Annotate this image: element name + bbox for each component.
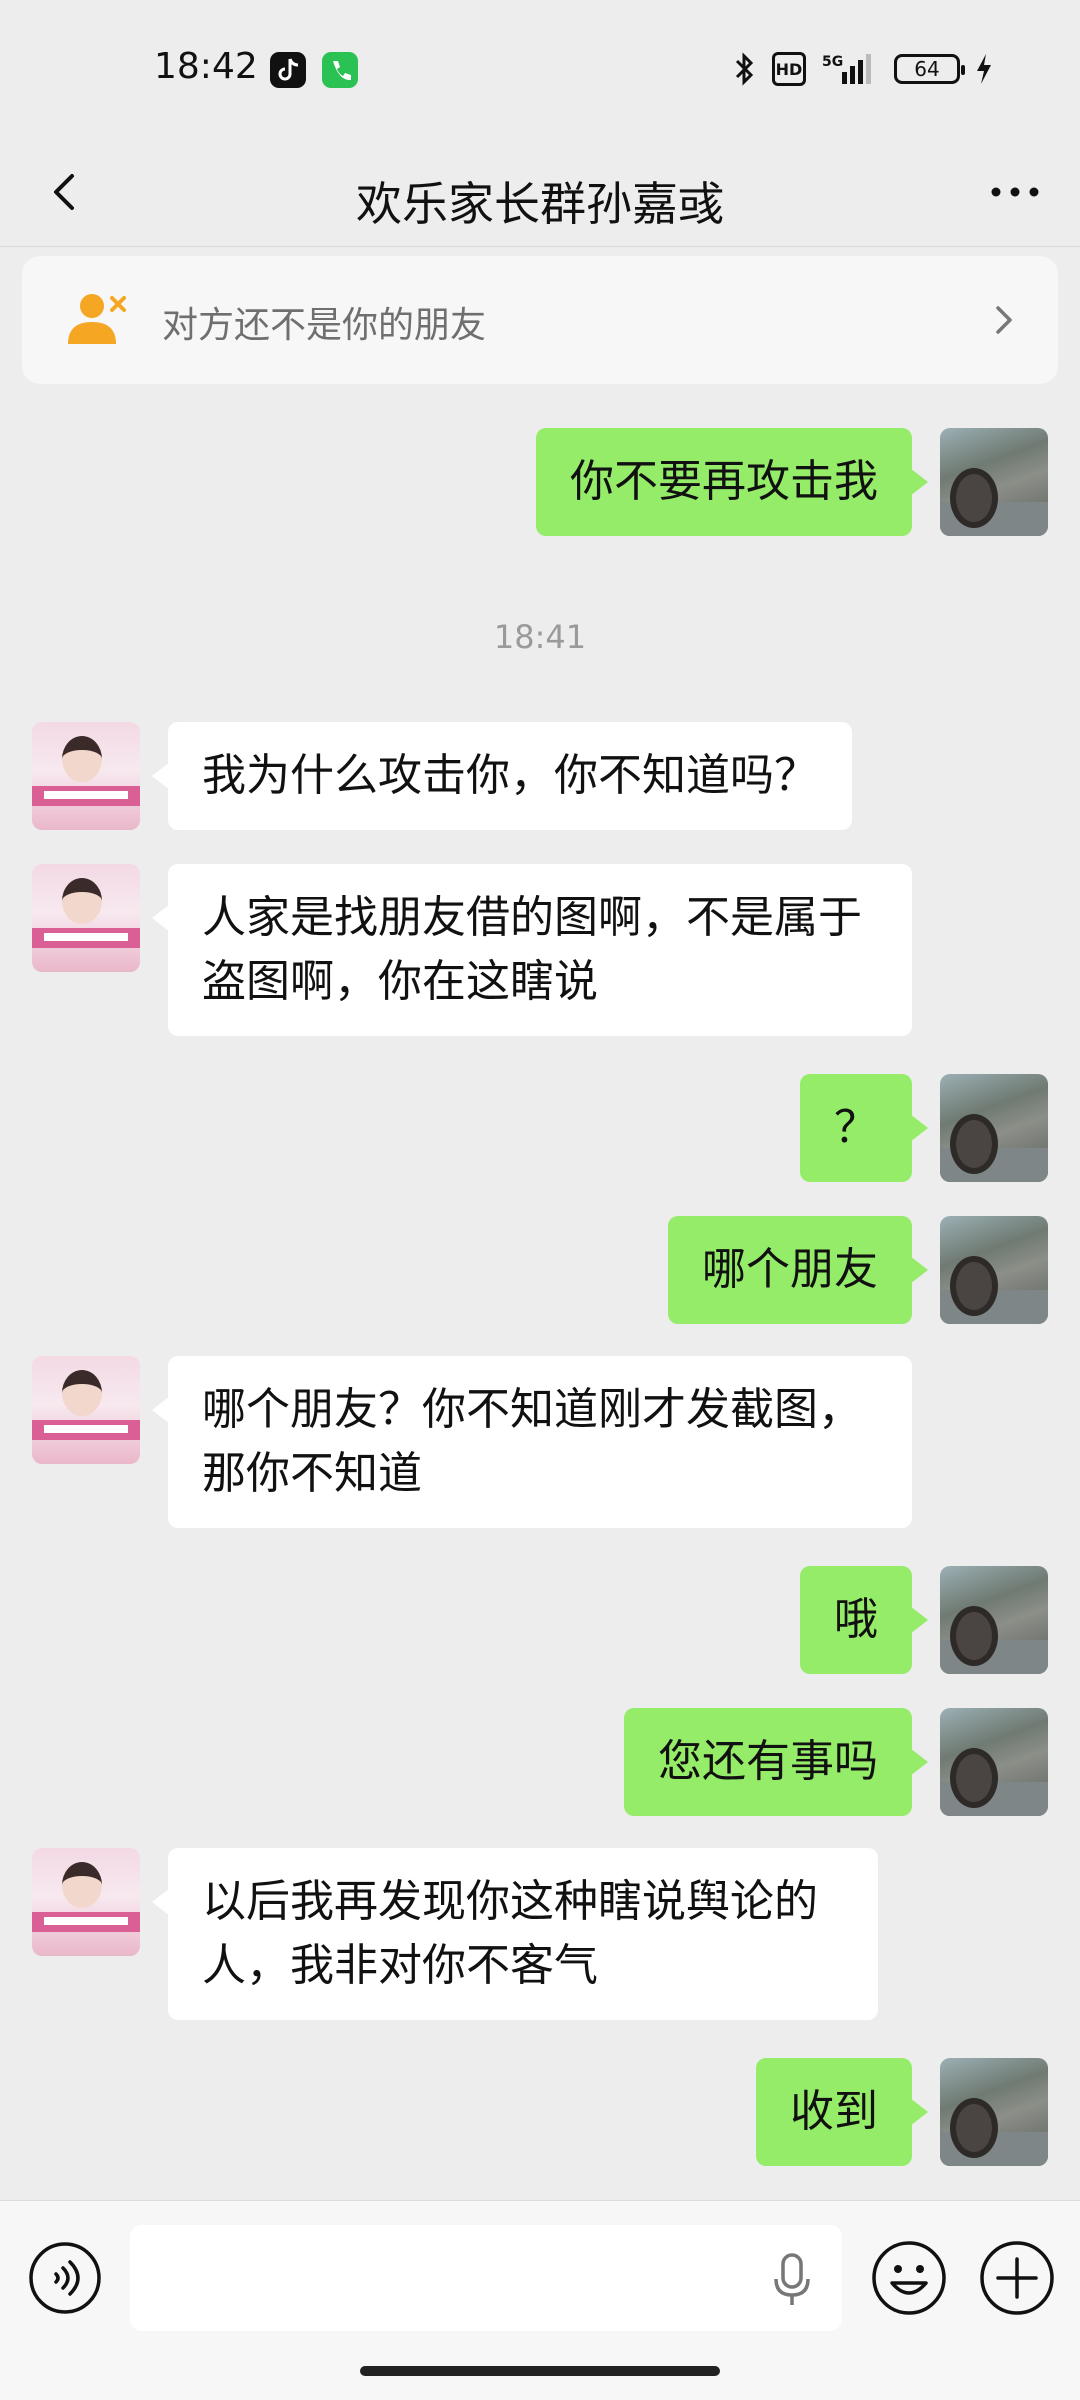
message-text: 我为什么攻击你，你不知道吗？ [202, 750, 818, 801]
message-bubble[interactable]: 我为什么攻击你，你不知道吗？ [152, 722, 852, 830]
contact-avatar[interactable] [32, 722, 140, 830]
charging-icon [977, 54, 991, 84]
signal-5g-icon: 5G [822, 54, 871, 84]
message-text: 哪个朋友？你不知道刚才发截图，那你不知道 [202, 1384, 862, 1499]
network-label: 5G [822, 54, 843, 70]
contact-avatar[interactable] [32, 1848, 140, 1956]
chat-title: 欢乐家长群孙嘉彧 [356, 177, 724, 231]
status-time: 18:42 [154, 46, 258, 87]
not-friend-notice[interactable]: 对方还不是你的朋友 [22, 256, 1058, 384]
plus-icon [980, 2241, 1054, 2315]
add-friend-warning-icon [68, 294, 126, 344]
my-avatar[interactable] [940, 1216, 1048, 1324]
my-avatar[interactable] [940, 428, 1048, 536]
notice-text: 对方还不是你的朋友 [162, 305, 487, 346]
mic-icon [774, 2253, 810, 2305]
phone-notification-icon [322, 52, 358, 88]
message-bubble[interactable]: ？ [800, 1074, 928, 1182]
message-text: 您还有事吗 [658, 1736, 878, 1787]
my-avatar[interactable] [940, 1074, 1048, 1182]
message-text: 哪个朋友 [702, 1244, 878, 1295]
hd-icon: HD [772, 52, 806, 86]
message-bubble[interactable]: 您还有事吗 [624, 1708, 928, 1816]
message-text: 哦 [834, 1594, 878, 1645]
more-functions-button[interactable] [978, 2239, 1056, 2317]
voice-icon [29, 2242, 101, 2314]
my-avatar[interactable] [940, 1566, 1048, 1674]
message-bubble[interactable]: 哦 [800, 1566, 928, 1674]
more-icon [991, 187, 1039, 197]
message-text: 你不要再攻击我 [570, 456, 878, 507]
more-button[interactable] [980, 162, 1050, 222]
contact-avatar[interactable] [32, 1356, 140, 1464]
emoji-icon [872, 2241, 946, 2315]
message-bubble[interactable]: 收到 [756, 2058, 928, 2166]
message-text: 人家是找朋友借的图啊，不是属于盗图啊，你在这瞎说 [202, 892, 862, 1007]
emoji-button[interactable] [870, 2239, 948, 2317]
battery-level: 64 [914, 57, 940, 81]
message-bubble[interactable]: 哪个朋友 [668, 1216, 928, 1324]
battery-indicator: 64 [894, 54, 965, 84]
bluetooth-icon [735, 52, 754, 86]
message-text: 收到 [790, 2086, 878, 2137]
chat-header: 欢乐家长群孙嘉彧 [0, 140, 1080, 246]
message-input[interactable] [130, 2225, 842, 2331]
header-divider [0, 246, 1080, 247]
message-bubble[interactable]: 以后我再发现你这种瞎说舆论的人，我非对你不客气 [152, 1848, 878, 2020]
message-bubble[interactable]: 你不要再攻击我 [536, 428, 928, 536]
message-text: 以后我再发现你这种瞎说舆论的人，我非对你不客气 [202, 1876, 818, 1991]
voice-toggle-button[interactable] [28, 2241, 102, 2315]
mic-button[interactable] [770, 2251, 814, 2309]
status-bar: 18:42 HD 5G 64 [0, 0, 1080, 140]
chat-timestamp: 18:41 [493, 618, 587, 656]
message-bubble[interactable]: 人家是找朋友借的图啊，不是属于盗图啊，你在这瞎说 [152, 864, 912, 1036]
tiktok-notification-icon [270, 52, 306, 88]
my-avatar[interactable] [940, 1708, 1048, 1816]
message-text: ？ [834, 1102, 878, 1153]
my-avatar[interactable] [940, 2058, 1048, 2166]
chevron-right-icon [996, 306, 1012, 334]
message-bubble[interactable]: 哪个朋友？你不知道刚才发截图，那你不知道 [152, 1356, 912, 1528]
home-indicator[interactable] [360, 2366, 720, 2376]
contact-avatar[interactable] [32, 864, 140, 972]
